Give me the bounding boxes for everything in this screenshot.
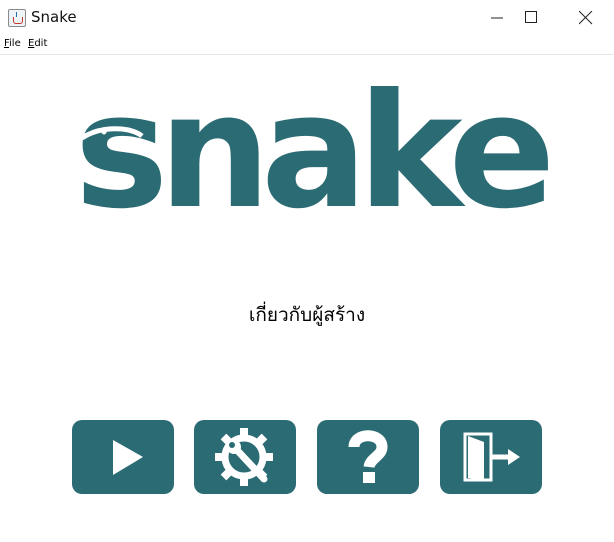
settings-button[interactable] (194, 420, 296, 494)
gear-wrench-icon (215, 428, 273, 486)
exit-button[interactable] (440, 420, 542, 494)
snake-eye (101, 129, 107, 135)
title-bar: Snake (0, 0, 614, 36)
maximize-button[interactable] (510, 0, 556, 36)
play-button[interactable] (72, 420, 174, 494)
java-cup-icon (8, 9, 26, 27)
menu-file[interactable]: File (4, 38, 21, 49)
question-mark-icon (348, 430, 388, 483)
menu-edit-label: dit (34, 38, 48, 49)
menu-edit[interactable]: Edit (28, 38, 47, 49)
menu-divider (0, 54, 614, 55)
logo-text: snake (74, 60, 548, 236)
minimize-icon (491, 17, 503, 19)
close-icon (579, 11, 593, 25)
window-title: Snake (31, 8, 77, 26)
help-button[interactable] (317, 420, 419, 494)
snake-logo: snake (74, 60, 558, 236)
maximize-icon (525, 11, 537, 23)
menu-bar: File Edit (0, 37, 614, 53)
exit-door-icon (463, 432, 520, 482)
about-creator-label[interactable]: เกี่ยวกับผู้สร้าง (0, 300, 614, 330)
close-button[interactable] (564, 0, 610, 36)
menu-file-label: ile (9, 38, 21, 49)
play-icon (113, 440, 143, 475)
